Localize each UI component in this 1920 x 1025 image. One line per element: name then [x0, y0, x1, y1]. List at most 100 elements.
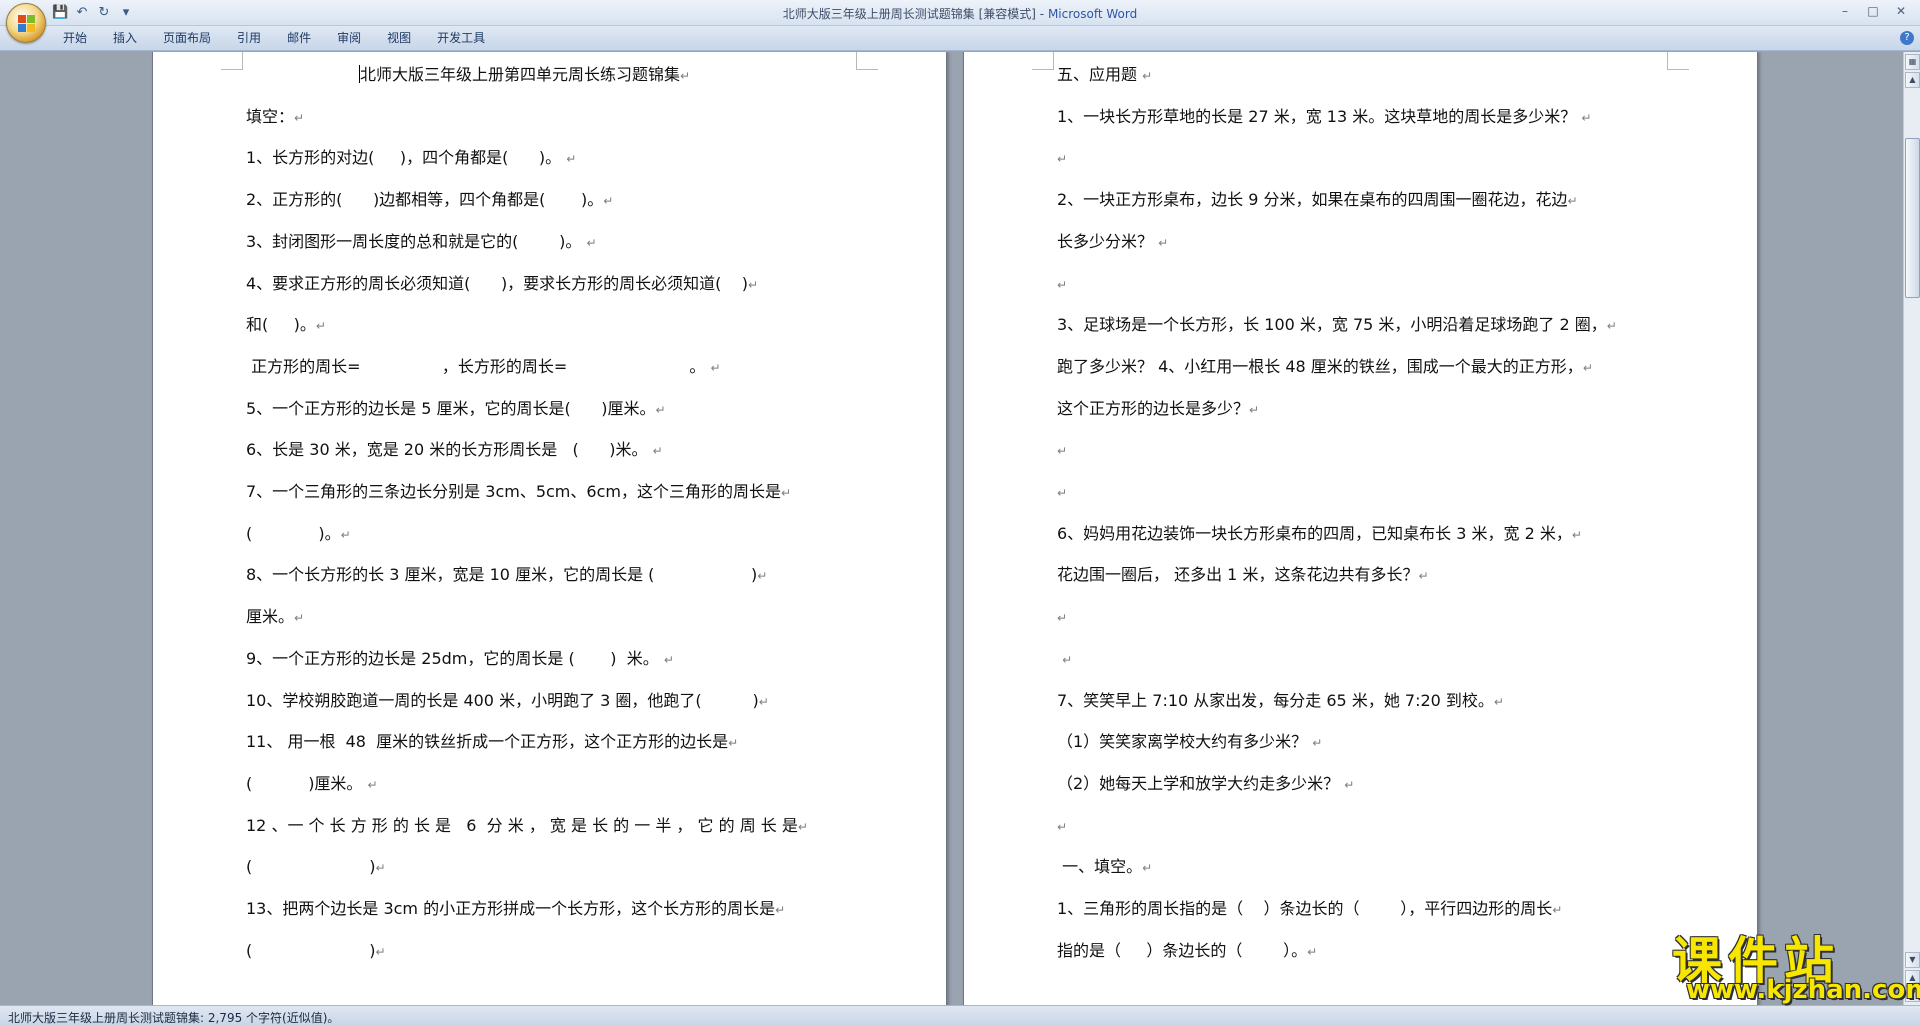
- document-line[interactable]: （1）笑笑家离学校大约有多少米？ ↵: [1057, 732, 1322, 753]
- line-text: ( ): [246, 857, 376, 876]
- document-line[interactable]: 跑了多少米？ 4、小红用一根长 48 厘米的铁丝，围成一个最大的正方形，↵: [1057, 357, 1593, 378]
- window-title-app: Microsoft Word: [1047, 7, 1138, 21]
- paragraph-mark-icon: ↵: [680, 69, 691, 83]
- document-line[interactable]: 4、要求正方形的周长必须知道( )，要求长方形的周长必须知道( )↵: [246, 274, 758, 295]
- minimize-button[interactable]: –: [1832, 2, 1858, 20]
- line-text: 厘米。: [246, 607, 295, 626]
- paragraph-mark-icon: ↵: [1062, 653, 1073, 667]
- paragraph-mark-icon: ↵: [1057, 486, 1068, 500]
- close-button[interactable]: ✕: [1888, 2, 1914, 20]
- window-title-doc: 北师大版三年级上册周长测试题锦集 [兼容模式]: [782, 7, 1036, 21]
- document-page-left[interactable]: 北师大版三年级上册第四单元周长练习题锦集↵ 填空：↵ 1、长方形的对边( )，四个角…: [152, 52, 947, 1005]
- document-line[interactable]: ( )。↵: [246, 524, 351, 545]
- document-line[interactable]: 9、一个正方形的边长是 25dm，它的周长是 ( ) 米。 ↵: [246, 649, 674, 670]
- tab-page-layout[interactable]: 页面布局: [150, 30, 224, 47]
- document-line[interactable]: （2）她每天上学和放学大约走多少米？ ↵: [1057, 774, 1354, 795]
- paragraph-mark-icon: ↵: [315, 319, 326, 333]
- document-line[interactable]: 12 、一 个 长 方 形 的 长 是 6 分 米 ， 宽 是 长 的 一 半 …: [246, 816, 808, 837]
- paragraph-mark-icon: ↵: [1581, 111, 1592, 125]
- line-text: 3、足球场是一个长方形，长 100 米，宽 75 米，小明沿着足球场跑了 2 圈…: [1057, 315, 1607, 334]
- document-line[interactable]: ↵: [1057, 649, 1072, 670]
- document-line[interactable]: 厘米。↵: [246, 607, 304, 628]
- tab-view[interactable]: 视图: [374, 30, 424, 47]
- tab-review[interactable]: 审阅: [324, 30, 374, 47]
- scroll-down-icon[interactable]: ▼: [1905, 952, 1920, 968]
- help-icon[interactable]: ?: [1900, 31, 1914, 45]
- paragraph-mark-icon: ↵: [1571, 528, 1582, 542]
- paragraph-mark-icon: ↵: [1418, 569, 1429, 583]
- window-title-sep: -: [1035, 7, 1048, 21]
- maximize-button[interactable]: □: [1860, 2, 1886, 20]
- paragraph-mark-icon: ↵: [1158, 236, 1169, 250]
- vertical-scrollbar[interactable]: ▦ ▲ ▼ ▲ ▼: [1903, 52, 1920, 1005]
- tab-mailings[interactable]: 邮件: [274, 30, 324, 47]
- office-button[interactable]: [6, 3, 46, 43]
- document-line[interactable]: 和( )。↵: [246, 315, 326, 336]
- line-text: 1、三角形的周长指的是（ ）条边长的（ ），平行四边形的周长: [1057, 899, 1553, 918]
- document-line[interactable]: 一、填空。↵: [1057, 857, 1152, 878]
- document-line[interactable]: 8、一个长方形的长 3 厘米，宽是 10 厘米，它的周长是 ( )↵: [246, 565, 767, 586]
- document-line[interactable]: 1、一块长方形草地的长是 27 米，宽 13 米。这块草地的周长是多少米？ ↵: [1057, 107, 1591, 128]
- document-line[interactable]: 正方形的周长= ，长方形的周长= 。 ↵: [246, 357, 720, 378]
- office-logo-icon: [18, 15, 36, 33]
- document-line[interactable]: 指的是（ ）条边长的（ ）。↵: [1057, 941, 1317, 962]
- line-text: （2）她每天上学和放学大约走多少米？: [1057, 774, 1345, 793]
- paragraph-mark-icon: ↵: [1567, 194, 1578, 208]
- tab-references[interactable]: 引用: [224, 30, 274, 47]
- margin-corner-mark: [1667, 52, 1689, 70]
- paragraph-mark-icon: ↵: [757, 569, 768, 583]
- document-line[interactable]: 北师大版三年级上册第四单元周长练习题锦集↵: [359, 65, 690, 86]
- document-line[interactable]: 2、正方形的( )边都相等，四个角都是( )。↵: [246, 190, 613, 211]
- window-title: 北师大版三年级上册周长测试题锦集 [兼容模式] - Microsoft Word: [0, 5, 1920, 22]
- document-line[interactable]: ↵: [1057, 607, 1067, 628]
- document-line[interactable]: 花边围一圈后， 还多出 1 米，这条花边共有多长？↵: [1057, 565, 1429, 586]
- document-line[interactable]: 五、应用题 ↵: [1057, 65, 1152, 86]
- document-line[interactable]: 11、 用一根 48 厘米的铁丝折成一个正方形，这个正方形的边长是↵: [246, 732, 738, 753]
- line-text: 8、一个长方形的长 3 厘米，宽是 10 厘米，它的周长是 ( ): [246, 565, 758, 584]
- document-line[interactable]: 3、足球场是一个长方形，长 100 米，宽 75 米，小明沿着足球场跑了 2 圈…: [1057, 315, 1617, 336]
- document-line[interactable]: ↵: [1057, 482, 1067, 503]
- document-line[interactable]: 6、长是 30 米，宽是 20 米的长方形周长是 ( )米。 ↵: [246, 440, 663, 461]
- line-text: ( )厘米。: [246, 774, 368, 793]
- document-line[interactable]: ↵: [1057, 274, 1067, 295]
- document-line[interactable]: 1、三角形的周长指的是（ ）条边长的（ ），平行四边形的周长↵: [1057, 899, 1562, 920]
- paragraph-mark-icon: ↵: [367, 778, 378, 792]
- line-text: ( ): [246, 941, 376, 960]
- line-text: 指的是（ ）条边长的（ ）。: [1057, 941, 1308, 960]
- document-line[interactable]: ( )↵: [246, 857, 386, 878]
- paragraph-mark-icon: ↵: [603, 194, 614, 208]
- document-line[interactable]: ↵: [1057, 816, 1067, 837]
- scroll-up-icon[interactable]: ▲: [1905, 72, 1920, 88]
- document-line[interactable]: ( )厘米。 ↵: [246, 774, 378, 795]
- document-line[interactable]: 长多少分米？ ↵: [1057, 232, 1168, 253]
- line-text: 填空：: [246, 107, 295, 126]
- document-line[interactable]: 13、把两个边长是 3cm 的小正方形拼成一个长方形，这个长方形的周长是↵: [246, 899, 785, 920]
- document-line[interactable]: ↵: [1057, 148, 1067, 169]
- paragraph-mark-icon: ↵: [775, 903, 786, 917]
- line-text: 10、学校朔胶跑道一周的长是 400 米，小明跑了 3 圈，他跑了( ): [246, 691, 759, 710]
- document-line[interactable]: 7、一个三角形的三条边长分别是 3cm、5cm、6cm，这个三角形的周长是↵: [246, 482, 791, 503]
- status-text: 北师大版三年级上册周长测试题锦集: 2,795 个字符(近似值)。: [8, 1011, 340, 1025]
- line-text: 7、笑笑早上 7:10 从家出发，每分走 65 米，她 7:20 到校。: [1057, 691, 1494, 710]
- document-line[interactable]: 6、妈妈用花边装饰一块长方形桌布的四周，已知桌布长 3 米，宽 2 米，↵: [1057, 524, 1582, 545]
- document-line[interactable]: 这个正方形的边长是多少？↵: [1057, 399, 1259, 420]
- document-line[interactable]: ↵: [1057, 440, 1067, 461]
- tab-home[interactable]: 开始: [50, 30, 100, 47]
- document-line[interactable]: 2、一块正方形桌布，边长 9 分米，如果在桌布的四周围一圈花边，花边↵: [1057, 190, 1578, 211]
- paragraph-mark-icon: ↵: [1344, 778, 1355, 792]
- scrollbar-thumb[interactable]: [1905, 138, 1920, 298]
- document-line[interactable]: 5、一个正方形的边长是 5 厘米，它的周长是( )厘米。↵: [246, 399, 666, 420]
- ruler-toggle-icon[interactable]: ▦: [1905, 54, 1920, 70]
- tab-insert[interactable]: 插入: [100, 30, 150, 47]
- watermark-logo: 课件站 www.kjzhan.com: [1668, 921, 1920, 1005]
- tab-developer[interactable]: 开发工具: [424, 30, 498, 47]
- document-workspace[interactable]: 北师大版三年级上册第四单元周长练习题锦集↵ 填空：↵ 1、长方形的对边( )，四个角…: [0, 52, 1903, 1005]
- paragraph-mark-icon: ↵: [1249, 403, 1260, 417]
- document-page-right[interactable]: 五、应用题 ↵ 1、一块长方形草地的长是 27 米，宽 13 米。这块草地的周长是…: [963, 52, 1758, 1005]
- document-line[interactable]: 10、学校朔胶跑道一周的长是 400 米，小明跑了 3 圈，他跑了( )↵: [246, 691, 769, 712]
- document-line[interactable]: 7、笑笑早上 7:10 从家出发，每分走 65 米，她 7:20 到校。↵: [1057, 691, 1504, 712]
- document-line[interactable]: 1、长方形的对边( )，四个角都是( )。 ↵: [246, 148, 576, 169]
- document-line[interactable]: 3、封闭图形一周长度的总和就是它的( )。 ↵: [246, 232, 597, 253]
- document-line[interactable]: 填空：↵: [246, 107, 304, 128]
- document-line[interactable]: ( )↵: [246, 941, 386, 962]
